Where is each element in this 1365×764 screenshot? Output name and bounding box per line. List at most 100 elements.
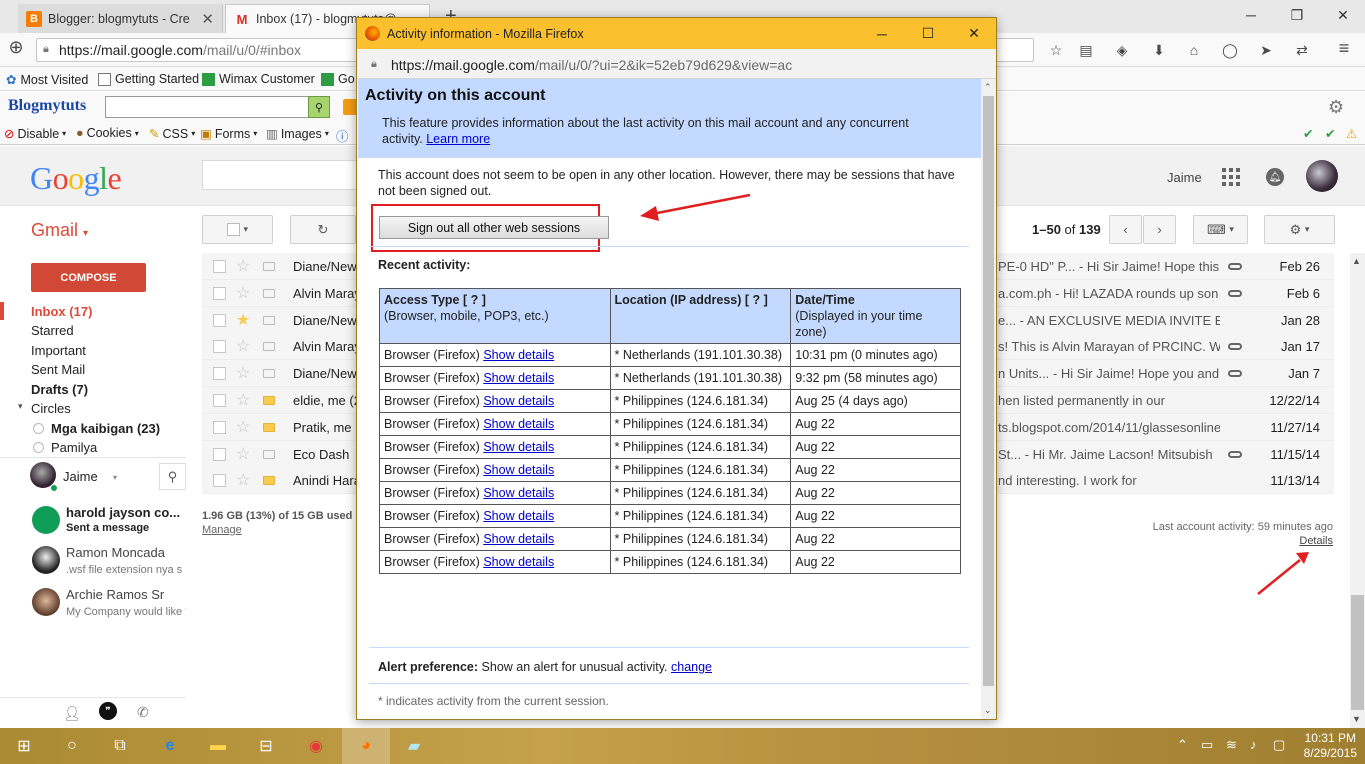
show-details-link[interactable]: Show details <box>483 440 554 454</box>
back-icon[interactable]: ⊕ <box>8 37 24 57</box>
importance-marker-icon[interactable] <box>263 342 275 352</box>
avatar[interactable] <box>32 506 60 534</box>
search-icon[interactable]: ⚲ <box>159 463 186 490</box>
importance-marker-icon[interactable] <box>263 476 275 486</box>
chat-icon[interactable]: ◯ <box>1222 42 1238 58</box>
volume-icon[interactable]: ♪ <box>1250 737 1257 752</box>
change-alert-link[interactable]: change <box>671 660 712 674</box>
nav-item-0[interactable]: Inbox (17) <box>31 304 92 319</box>
show-details-link[interactable]: Show details <box>483 555 554 569</box>
task-view-icon[interactable]: ⧉ <box>96 728 144 764</box>
contact-name[interactable]: harold jayson co... <box>66 505 180 520</box>
battery-icon[interactable]: ▭ <box>1201 737 1213 753</box>
show-details-link[interactable]: Show details <box>483 348 554 362</box>
bookmark-getting-started[interactable]: Getting Started <box>98 72 199 86</box>
newer-button[interactable]: ‹ <box>1109 215 1142 244</box>
settings-gear-icon[interactable]: ⚙ <box>1328 97 1344 118</box>
nav-item-2[interactable]: Important <box>31 343 86 358</box>
contact-name[interactable]: Archie Ramos Sr <box>66 587 164 602</box>
contact-name[interactable]: Ramon Moncada <box>66 545 165 560</box>
tab-blogger[interactable]: B Blogger: blogmytuts - Cre ✕ <box>18 4 223 33</box>
importance-marker-icon[interactable] <box>263 449 275 459</box>
download-icon[interactable]: ⬇ <box>1151 42 1167 58</box>
chevron-down-icon[interactable]: ▾ <box>113 473 117 482</box>
scroll-down-icon[interactable]: ⌄ <box>984 705 992 716</box>
settings-button[interactable]: ⚙ ▾ <box>1264 215 1335 244</box>
star-icon[interactable]: ☆ <box>236 444 250 464</box>
nav-item-4[interactable]: Drafts (7) <box>31 382 88 397</box>
show-details-link[interactable]: Show details <box>483 486 554 500</box>
nav-item-5[interactable]: Circles <box>31 401 71 416</box>
show-details-link[interactable]: Show details <box>483 532 554 546</box>
sign-out-sessions-button[interactable]: Sign out all other web sessions <box>379 216 609 239</box>
menu-icon[interactable]: ≡ <box>1336 38 1352 58</box>
avatar[interactable] <box>32 546 60 574</box>
edge-icon[interactable]: e <box>146 728 194 764</box>
file-explorer-icon[interactable]: ▬ <box>194 728 242 764</box>
bookmark-most-visited[interactable]: ✿ Most Visited <box>6 72 88 88</box>
send-icon[interactable]: ➤ <box>1258 42 1274 58</box>
importance-marker-icon[interactable] <box>263 396 275 405</box>
star-icon[interactable]: ☆ <box>236 256 250 276</box>
phone-icon[interactable]: ✆ <box>137 704 149 721</box>
importance-marker-icon[interactable] <box>263 262 275 271</box>
sync-icon[interactable]: ⇄ <box>1294 42 1310 58</box>
hangouts-icon[interactable]: ❞ <box>99 702 117 720</box>
star-icon[interactable]: ☆ <box>236 283 250 303</box>
chrome-icon[interactable]: ◉ <box>292 728 340 764</box>
close-icon[interactable]: ✕ <box>951 18 997 49</box>
scroll-down-icon[interactable]: ▼ <box>1352 714 1361 724</box>
manage-storage-link[interactable]: Manage <box>202 524 242 536</box>
minimize-icon[interactable]: ─ <box>859 18 905 49</box>
tray-chevron-icon[interactable]: ⌃ <box>1177 737 1188 753</box>
close-tab-icon[interactable]: ✕ <box>201 10 214 28</box>
pocket-icon[interactable]: ◈ <box>1114 42 1130 58</box>
row-checkbox[interactable] <box>213 286 226 300</box>
input-tools-button[interactable]: ⌨ ▾ <box>1193 215 1248 244</box>
home-icon[interactable]: ⌂ <box>1186 42 1202 58</box>
notifications-bell-icon[interactable]: 🔔︎ <box>1266 168 1284 186</box>
star-icon[interactable]: ☆ <box>236 363 250 383</box>
bookmark-wimax[interactable]: Wimax Customer <box>202 72 315 86</box>
row-checkbox[interactable] <box>213 394 226 407</box>
start-windows-icon[interactable]: ⊞ <box>0 728 48 764</box>
show-details-link[interactable]: Show details <box>483 509 554 523</box>
show-details-link[interactable]: Show details <box>483 394 554 408</box>
show-details-link[interactable]: Show details <box>483 371 554 385</box>
circle-item-pamilya[interactable]: Pamilya <box>51 440 97 455</box>
nav-item-1[interactable]: Starred <box>31 323 74 338</box>
dev-images[interactable]: ▥ Images ▾ <box>266 126 329 142</box>
row-checkbox[interactable] <box>213 447 226 461</box>
store-icon[interactable]: ⊟ <box>242 728 290 764</box>
mail-search-input[interactable] <box>202 160 362 190</box>
learn-more-link[interactable]: Learn more <box>426 132 490 146</box>
wifi-icon[interactable]: ≋ <box>1226 737 1237 753</box>
scroll-up-icon[interactable]: ⌃ <box>984 82 992 93</box>
importance-marker-icon[interactable] <box>263 315 275 325</box>
compose-button[interactable]: COMPOSE <box>31 263 146 292</box>
importance-marker-icon[interactable] <box>263 288 275 298</box>
apps-grid-icon[interactable] <box>1222 168 1240 186</box>
popup-scrollbar-thumb[interactable] <box>983 96 994 686</box>
restore-icon[interactable]: ❐ <box>1274 0 1320 30</box>
system-clock[interactable]: 10:31 PM 8/29/2015 <box>1304 731 1357 761</box>
bookmark-go[interactable]: Go <box>321 72 355 86</box>
show-details-link[interactable]: Show details <box>483 417 554 431</box>
nav-item-3[interactable]: Sent Mail <box>31 362 85 377</box>
collapse-icon[interactable]: ▾ <box>18 401 23 412</box>
rss-icon[interactable] <box>343 99 357 115</box>
star-icon[interactable]: ☆ <box>236 417 250 437</box>
app-icon[interactable]: ▰ <box>390 728 438 764</box>
close-window-icon[interactable]: ✕ <box>1320 0 1365 30</box>
refresh-button[interactable]: ↻ <box>290 215 356 244</box>
avatar[interactable] <box>32 588 60 616</box>
select-checkbox-button[interactable]: ▾ <box>202 215 273 244</box>
scroll-up-icon[interactable]: ▲ <box>1352 256 1361 266</box>
info-icon[interactable]: ⓘ <box>336 126 349 145</box>
importance-marker-icon[interactable] <box>263 422 275 432</box>
details-link[interactable]: Details <box>1299 535 1333 547</box>
circle-item-kaibigan[interactable]: Mga kaibigan (23) <box>51 421 160 436</box>
popup-scrollbar[interactable]: ⌃ ⌄ <box>981 79 996 719</box>
star-icon[interactable]: ☆ <box>236 390 250 410</box>
star-icon[interactable]: ☆ <box>236 336 250 356</box>
